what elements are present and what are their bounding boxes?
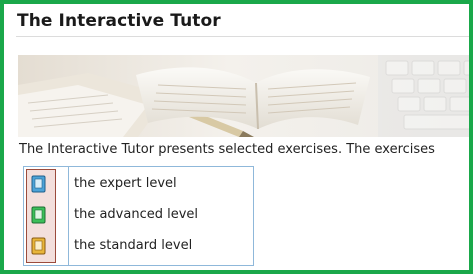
column-divider (68, 167, 69, 265)
level-label-expert: the expert level (74, 176, 177, 191)
blue-book-icon (31, 175, 46, 193)
title-divider (16, 36, 469, 37)
yellow-book-icon (31, 237, 46, 255)
page-title: The Interactive Tutor (17, 11, 221, 31)
books-keyboard-illustration (18, 55, 469, 137)
intro-text: The Interactive Tutor presents selected … (19, 142, 435, 157)
level-label-advanced: the advanced level (74, 207, 199, 222)
banner-image (18, 55, 469, 137)
green-book-icon (31, 206, 46, 224)
level-legend-table: the expert level the advanced level the … (23, 166, 254, 266)
level-label-standard: the standard level (74, 238, 193, 253)
tutor-panel: The Interactive Tutor The Interactive Tu… (0, 0, 473, 274)
